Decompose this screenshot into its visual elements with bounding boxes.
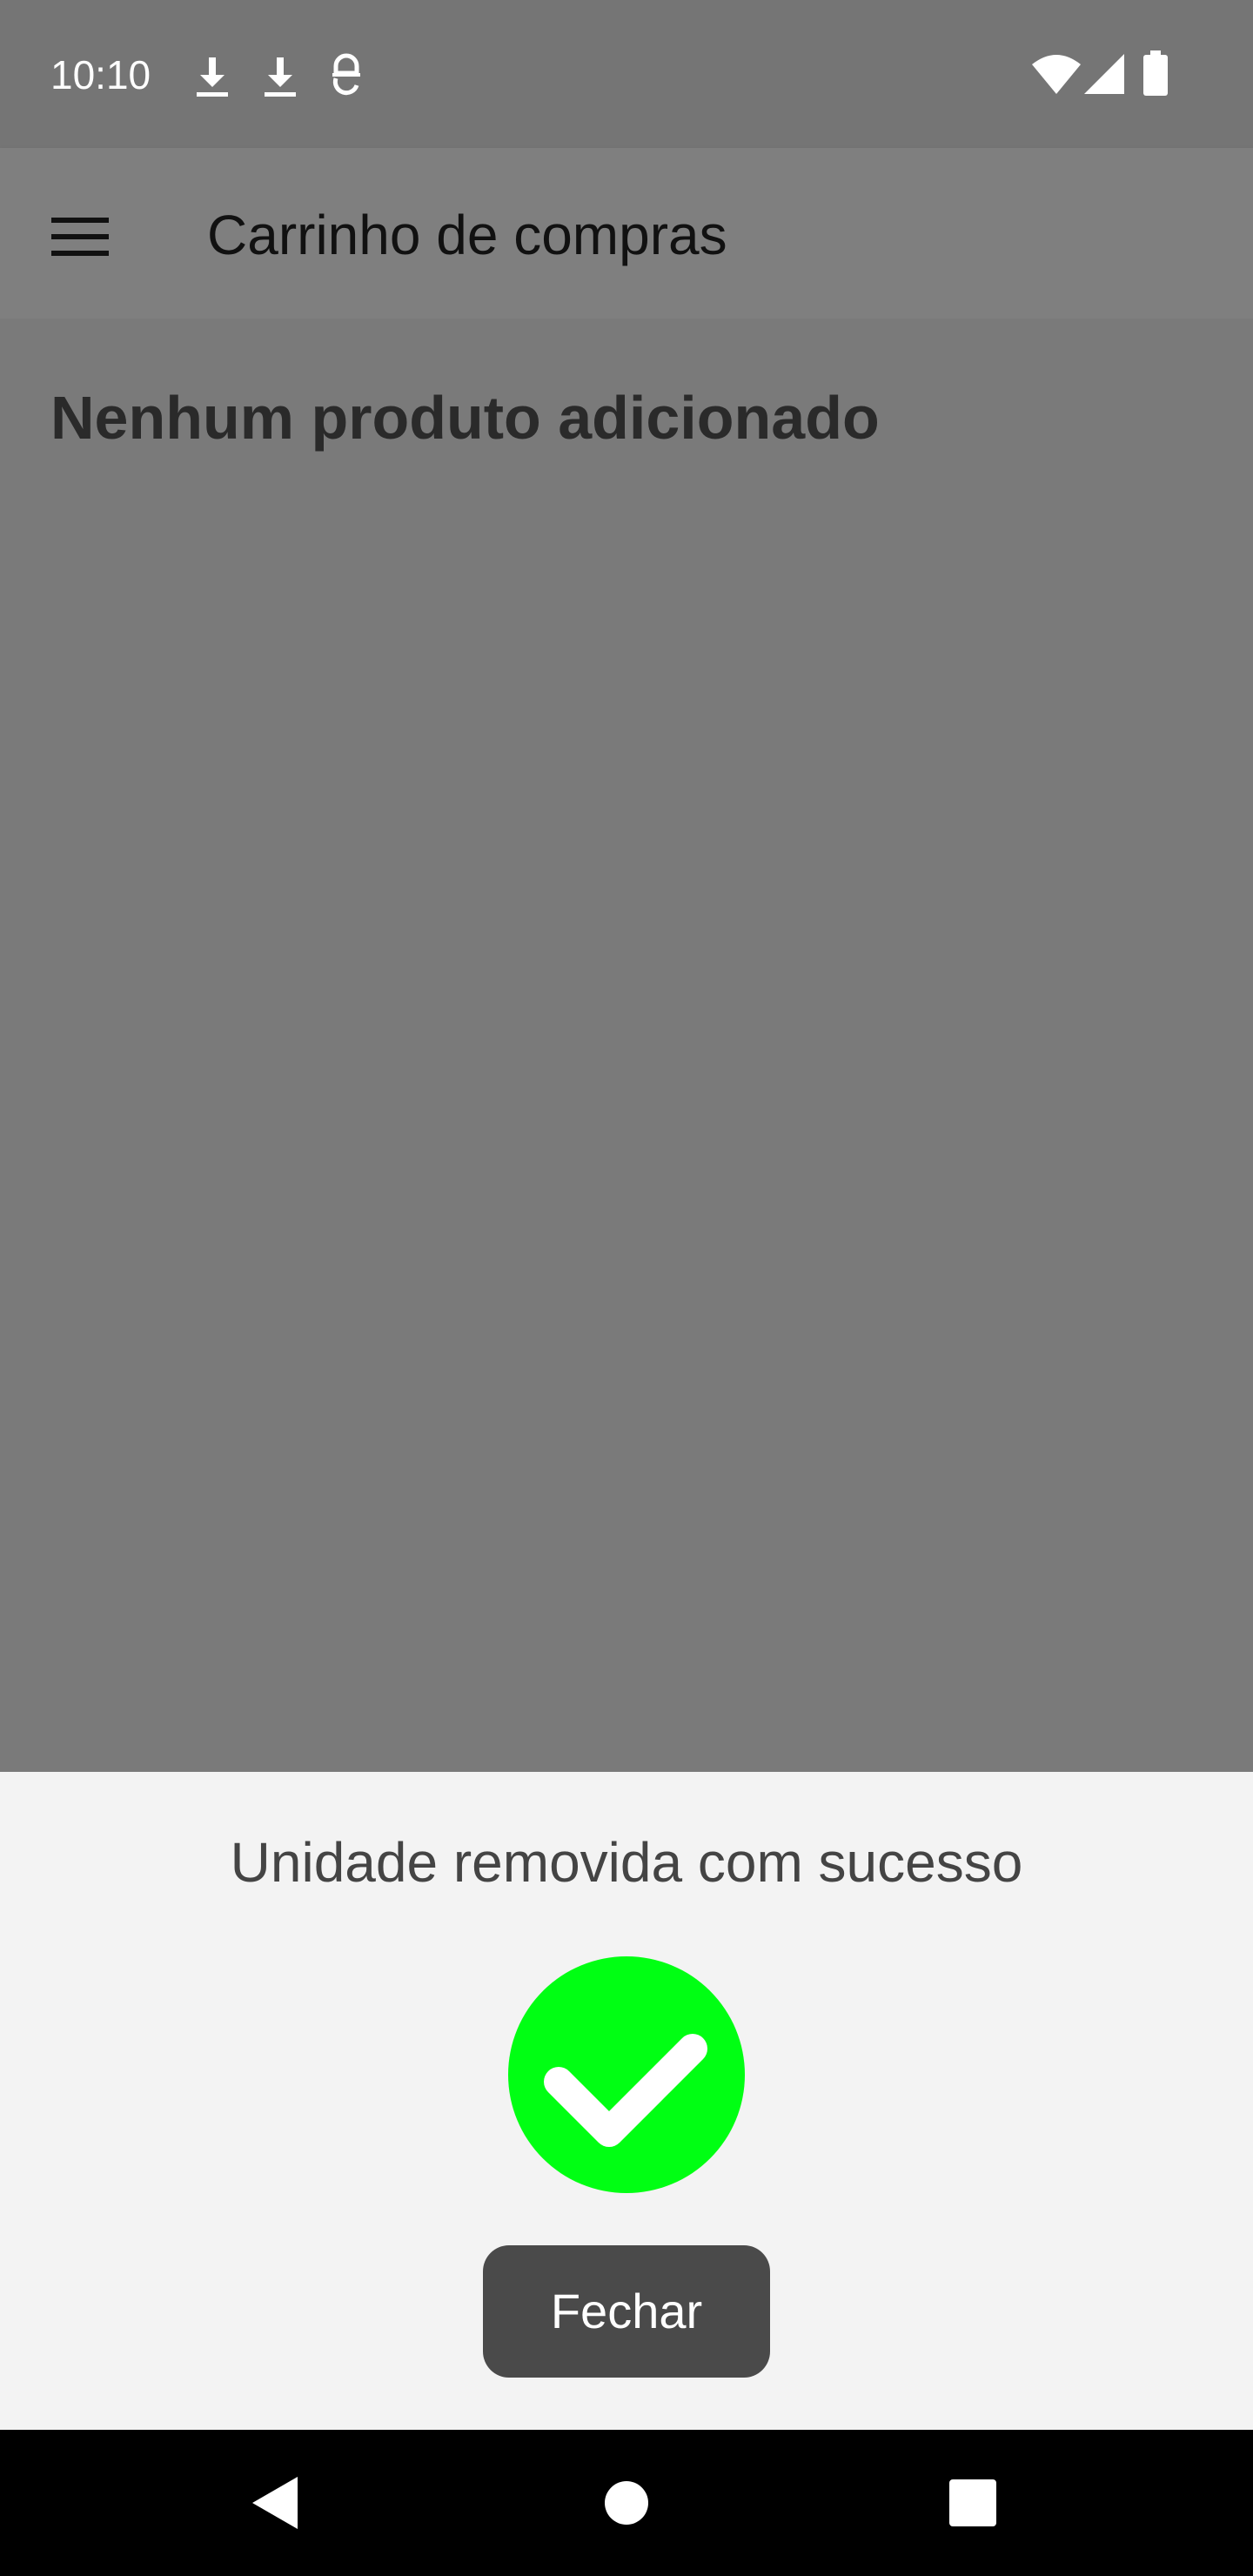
- status-bar: 10:10: [0, 0, 1253, 148]
- system-nav-bar: [0, 2430, 1253, 2576]
- success-message: Unidade removida com sucesso: [230, 1831, 1023, 1894]
- back-button[interactable]: [233, 2459, 320, 2546]
- app-notification-icon: [332, 53, 360, 96]
- status-time: 10:10: [50, 52, 151, 97]
- screen: 10:10 Carrinho de compras Nenhum produto…: [0, 0, 1253, 2576]
- hamburger-menu-icon: [51, 218, 109, 256]
- back-icon: [252, 2477, 298, 2529]
- recents-button[interactable]: [929, 2459, 1016, 2546]
- home-icon: [605, 2481, 648, 2525]
- download-icon: [197, 57, 228, 97]
- check-circle-icon: [508, 1956, 745, 2193]
- download-icon: [265, 57, 296, 97]
- recents-icon: [949, 2479, 996, 2526]
- wifi-icon: [1032, 55, 1081, 94]
- app-bar: Carrinho de compras: [0, 148, 1253, 319]
- close-button[interactable]: Fechar: [483, 2245, 770, 2378]
- cell-signal-icon: [1084, 54, 1124, 94]
- empty-cart-message: Nenhum produto adicionado: [50, 384, 880, 452]
- battery-icon: [1143, 50, 1168, 96]
- success-bottom-sheet: Unidade removida com sucesso Fechar: [0, 1772, 1253, 2430]
- home-button[interactable]: [583, 2459, 670, 2546]
- page-title: Carrinho de compras: [207, 204, 727, 266]
- cart-content: Nenhum produto adicionado: [0, 319, 1253, 1772]
- menu-button[interactable]: [35, 191, 125, 282]
